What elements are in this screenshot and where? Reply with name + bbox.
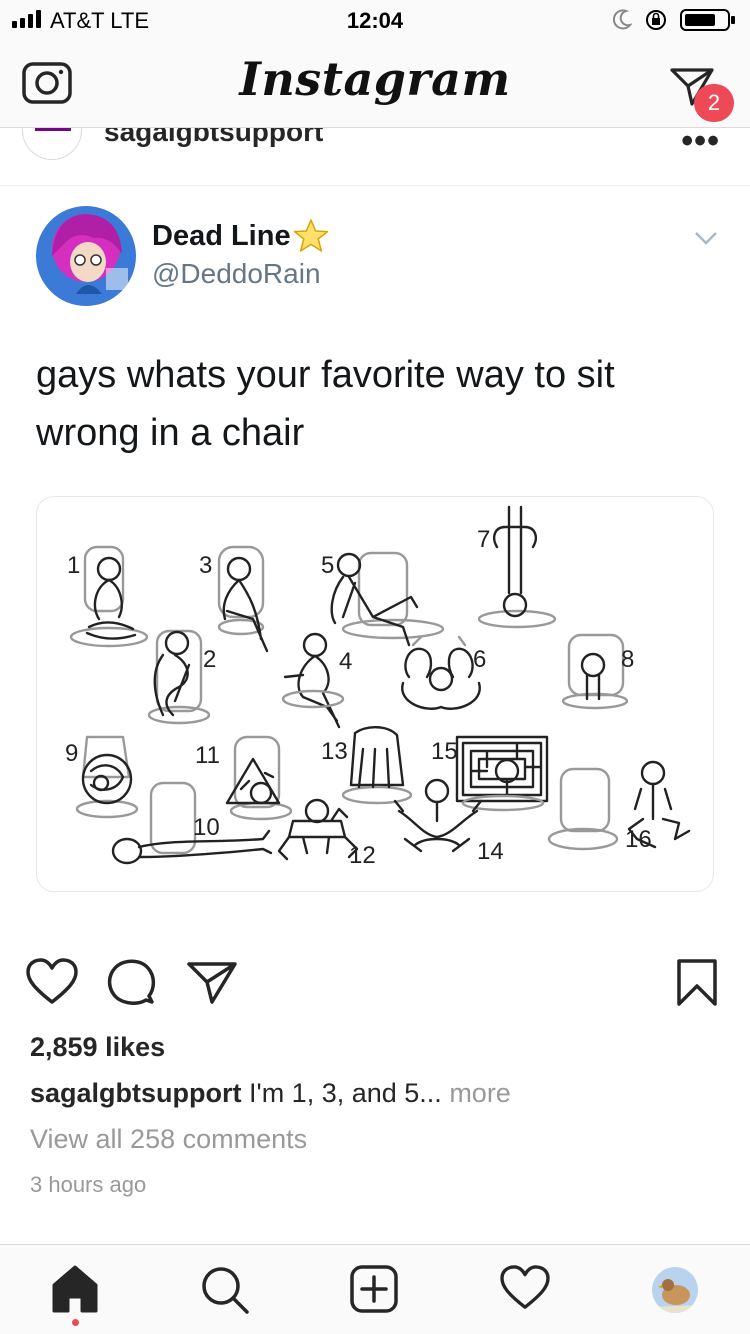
figure-number-label: 1 xyxy=(67,552,80,579)
pose-figure xyxy=(225,735,293,821)
figure-number-label: 3 xyxy=(199,552,212,579)
pose-figure xyxy=(111,781,273,865)
pose-figure xyxy=(477,505,557,629)
figure-number-label: 15 xyxy=(431,738,458,765)
pose-figure xyxy=(330,551,445,647)
app-title: Instagram xyxy=(239,52,511,106)
empty-chair xyxy=(547,767,619,851)
app-header: Instagram 2 xyxy=(0,40,750,128)
pose-figure xyxy=(75,735,139,819)
profile-avatar[interactable] xyxy=(652,1267,698,1313)
figure-number-label: 13 xyxy=(321,738,348,765)
heart-icon[interactable] xyxy=(26,958,78,1006)
caption-more-link[interactable]: more xyxy=(449,1078,511,1108)
rainbow-flag-icon xyxy=(35,128,71,131)
pose-figure xyxy=(455,735,549,812)
post-timestamp: 3 hours ago xyxy=(30,1172,147,1197)
status-bar: AT&T LTE 12:04 xyxy=(0,0,750,40)
pose-figure xyxy=(401,635,481,710)
tweet-handle: @DeddoRain xyxy=(152,258,321,289)
chevron-down-icon xyxy=(695,232,717,245)
moon-icon xyxy=(612,9,632,30)
battery-icon xyxy=(680,9,735,31)
tweet-avatar xyxy=(36,206,136,306)
bottom-tab-bar xyxy=(0,1244,750,1334)
figure-number-label: 8 xyxy=(621,646,634,673)
comment-icon[interactable] xyxy=(106,958,156,1006)
figure-number-label: 5 xyxy=(321,552,334,579)
activity-heart-icon[interactable] xyxy=(500,1265,550,1311)
post-actions xyxy=(0,950,750,1020)
post-avatar[interactable] xyxy=(22,128,82,160)
home-active-dot xyxy=(72,1319,79,1326)
pose-figure xyxy=(561,633,629,710)
dm-count-badge[interactable]: 2 xyxy=(694,84,734,122)
post-username[interactable]: sagalgbtsupport xyxy=(104,128,323,148)
post-header: sagalgbtsupport ••• xyxy=(0,128,750,186)
status-icons xyxy=(612,8,736,32)
pose-figure xyxy=(217,545,269,653)
figure-number-label: 9 xyxy=(65,740,78,767)
orientation-lock-icon xyxy=(646,10,666,30)
tweet-display-name: Dead Line xyxy=(152,220,291,252)
caption-username[interactable]: sagalgbtsupport xyxy=(30,1078,242,1108)
search-icon[interactable] xyxy=(200,1265,250,1315)
view-all-comments-link[interactable]: View all 258 comments xyxy=(30,1124,307,1155)
chair-poses-illustration: 12345678910111213141516 xyxy=(65,505,691,869)
more-options-button[interactable]: ••• xyxy=(681,128,720,161)
tweet-image[interactable]: 1 2 3 4 5 6 7 8 9 10 11 12 13 14 15 16 xyxy=(36,496,714,892)
figure-number-label: 4 xyxy=(339,648,352,675)
figure-number-label: 16 xyxy=(625,826,652,853)
pose-figure xyxy=(281,632,345,729)
add-icon[interactable] xyxy=(350,1265,398,1313)
figure-number-label: 14 xyxy=(477,838,504,865)
figure-number-label: 6 xyxy=(473,646,486,673)
likes-count[interactable]: 2,859 likes xyxy=(30,1032,165,1063)
pose-figure xyxy=(341,726,413,805)
figure-number-label: 2 xyxy=(203,646,216,673)
avatar-illustration xyxy=(36,206,136,306)
caption-text: I'm 1, 3, and 5... xyxy=(249,1078,442,1108)
pose-figure xyxy=(69,545,149,648)
figure-number-label: 11 xyxy=(195,742,220,769)
figure-number-label: 7 xyxy=(477,526,490,553)
tweet-text: gays whats your favorite way to sit wron… xyxy=(36,354,615,454)
pose-figure xyxy=(147,629,211,725)
figure-number-label: 12 xyxy=(349,842,376,869)
share-icon[interactable] xyxy=(186,958,238,1006)
tweet-card: Dead Line @DeddoRain gays whats your fav… xyxy=(0,186,750,930)
figure-number-label: 10 xyxy=(193,814,220,841)
star-emoji-icon xyxy=(293,219,329,252)
home-icon[interactable] xyxy=(50,1265,100,1313)
caption: sagalgbtsupport I'm 1, 3, and 5... more xyxy=(30,1078,511,1109)
profile-avatar-image xyxy=(652,1267,698,1313)
bookmark-icon[interactable] xyxy=(676,958,718,1008)
